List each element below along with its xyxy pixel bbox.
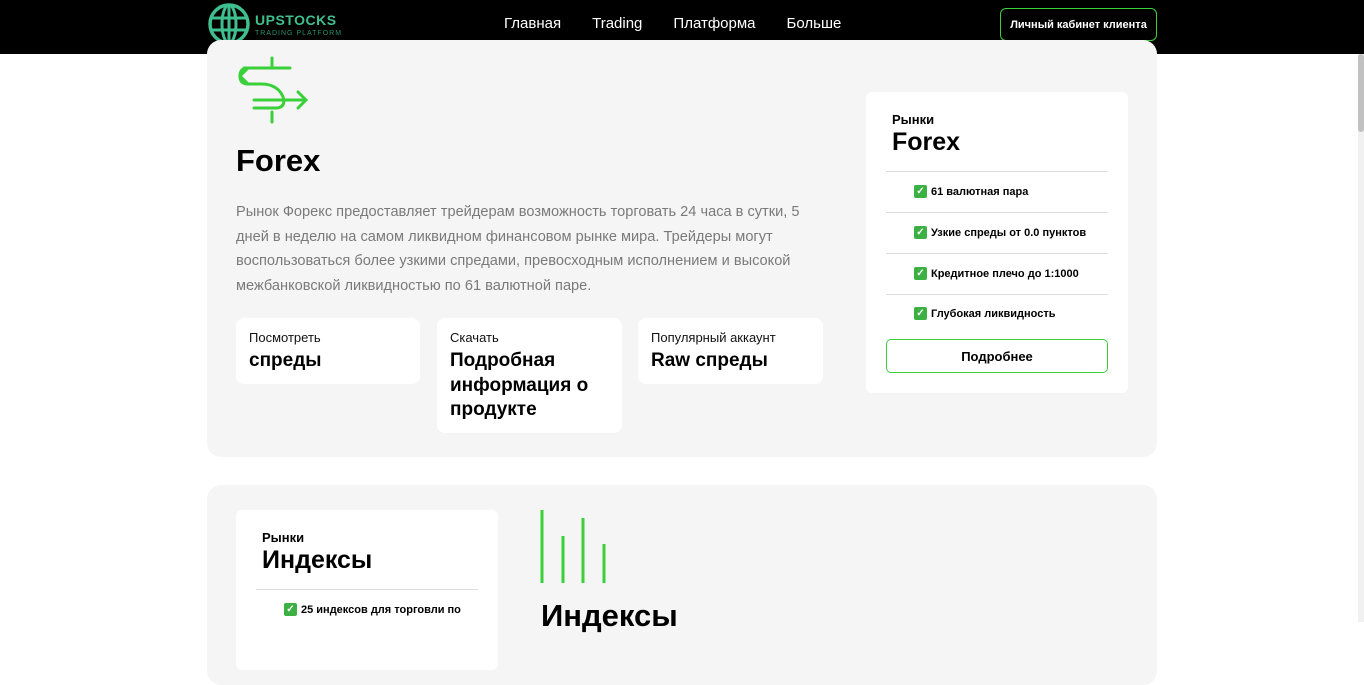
divider bbox=[886, 171, 1108, 172]
divider bbox=[256, 589, 478, 590]
dollar-exchange-icon bbox=[238, 56, 309, 124]
indices-market-card: Рынки Индексы ✓ 25 индексов для торговли … bbox=[236, 510, 498, 670]
check-icon: ✓ bbox=[914, 267, 927, 280]
feature-item: ✓ 61 валютная пара bbox=[914, 185, 1028, 198]
card-value: спреды bbox=[249, 350, 322, 371]
market-kicker: Рынки bbox=[262, 530, 305, 545]
view-spreads-card[interactable]: Посмотреть спреды bbox=[236, 318, 420, 384]
market-title: Forex bbox=[892, 128, 961, 156]
check-icon: ✓ bbox=[914, 185, 927, 198]
check-icon: ✓ bbox=[914, 307, 927, 320]
more-details-button[interactable]: Подробнее bbox=[886, 339, 1108, 373]
card-value: Подробная информация о продукте bbox=[450, 350, 589, 420]
feature-item: ✓ Узкие спреды от 0.0 пунктов bbox=[914, 226, 1086, 239]
market-kicker: Рынки bbox=[892, 112, 935, 127]
logo-tagline: TRADING PLATFORM bbox=[255, 29, 343, 37]
card-label: Скачать bbox=[450, 330, 499, 345]
nav-trading[interactable]: Trading bbox=[592, 15, 642, 32]
check-icon: ✓ bbox=[914, 226, 927, 239]
card-value: Raw спреды bbox=[651, 350, 768, 371]
divider bbox=[886, 253, 1108, 254]
nav-platform[interactable]: Платформа bbox=[673, 15, 755, 32]
forex-market-card: Рынки Forex ✓ 61 валютная пара ✓ Узкие спр… bbox=[866, 92, 1128, 393]
divider bbox=[886, 212, 1108, 213]
check-icon: ✓ bbox=[284, 603, 297, 616]
popular-account-card[interactable]: Популярный аккаунт Raw спреды bbox=[638, 318, 823, 384]
feature-item: ✓ 25 индексов для торговли по bbox=[284, 603, 461, 616]
card-label: Популярный аккаунт bbox=[651, 330, 776, 345]
nav-more[interactable]: Больше bbox=[787, 15, 842, 32]
card-label: Посмотреть bbox=[249, 330, 321, 345]
feature-item: ✓ Глубокая ликвидность bbox=[914, 307, 1056, 320]
market-title: Индексы bbox=[262, 546, 373, 574]
main-nav: Главная Trading Платформа Больше bbox=[504, 15, 872, 32]
forex-heading: Forex bbox=[236, 143, 321, 178]
nav-home[interactable]: Главная bbox=[504, 15, 561, 32]
client-cabinet-button[interactable]: Личный кабинет клиента bbox=[1000, 8, 1157, 41]
feature-item: ✓ Кредитное плечо до 1:1000 bbox=[914, 267, 1079, 280]
scrollbar-track[interactable] bbox=[1358, 54, 1364, 622]
divider bbox=[886, 294, 1108, 295]
indices-heading: Индексы bbox=[541, 598, 678, 633]
scrollbar-thumb[interactable] bbox=[1358, 54, 1364, 132]
forex-description: Рынок Форекс предоставляет трейдерам воз… bbox=[236, 204, 800, 294]
logo-name: UPSTOCKS bbox=[255, 11, 337, 28]
bar-chart-icon bbox=[540, 510, 606, 583]
download-product-info-card[interactable]: Скачать Подробная информация о продукте bbox=[437, 318, 622, 433]
